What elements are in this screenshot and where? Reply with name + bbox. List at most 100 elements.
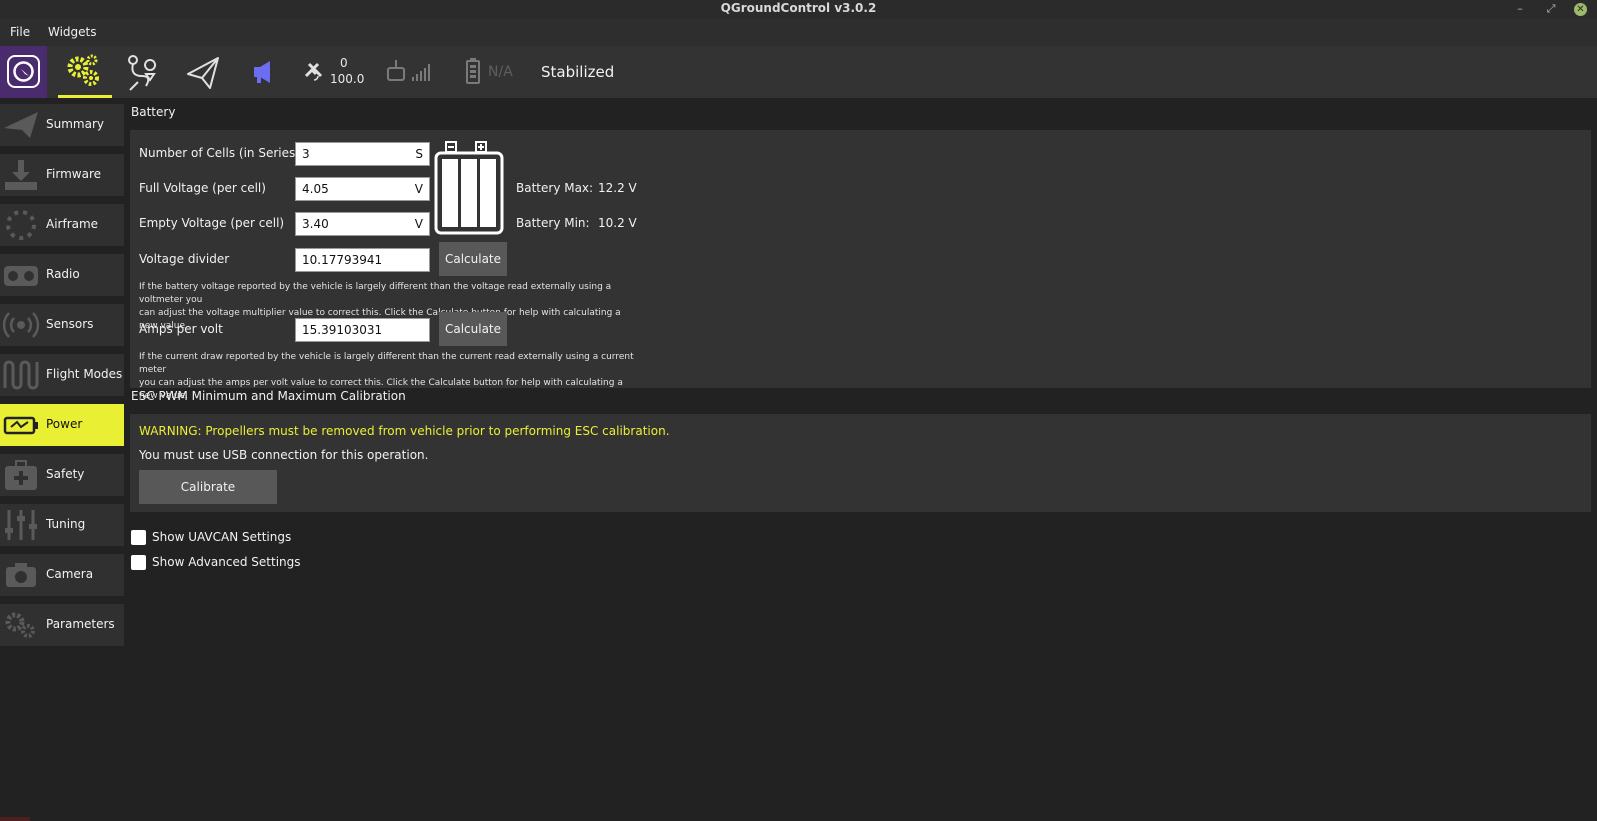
- battery-graphic-icon: [434, 141, 504, 235]
- rc-rssi-indicator[interactable]: [384, 46, 440, 98]
- sidebar-item-label: Airframe: [46, 217, 99, 231]
- minimize-button[interactable]: –: [1512, 1, 1528, 17]
- voltage-divider-value: 10.17793941: [302, 253, 383, 267]
- battery-indicator[interactable]: [462, 46, 486, 98]
- sidebar-item-label: Camera: [46, 567, 94, 581]
- sidebar-item-label: Sensors: [46, 317, 94, 331]
- empty-voltage-label: Empty Voltage (per cell): [139, 216, 285, 230]
- battery-status: N/A: [488, 64, 513, 80]
- first-aid-icon: [5, 460, 37, 490]
- sensors-icon: [2, 312, 40, 338]
- download-icon: [5, 160, 37, 190]
- sidebar-item-firmware[interactable]: Firmware: [0, 154, 124, 196]
- amps-per-volt-calculate-button[interactable]: Calculate: [439, 312, 507, 346]
- voltage-divider-calculate-button[interactable]: Calculate: [439, 242, 507, 276]
- flight-mode-selector[interactable]: Stabilized: [541, 63, 614, 81]
- esc-calibrate-button[interactable]: Calibrate: [139, 470, 277, 504]
- voltage-divider-label: Voltage divider: [139, 252, 230, 266]
- sidebar-item-label: Summary: [46, 117, 104, 131]
- sidebar-item-label: Firmware: [46, 167, 101, 181]
- amps-per-volt-input[interactable]: 15.39103031: [295, 318, 430, 342]
- empty-voltage-input[interactable]: 3.40 V: [295, 212, 430, 236]
- gps-indicator[interactable]: [300, 46, 330, 98]
- cells-input[interactable]: 3 S: [295, 142, 430, 166]
- full-voltage-value: 4.05: [302, 182, 329, 196]
- camera-icon: [6, 563, 36, 587]
- advanced-checkbox-label[interactable]: Show Advanced Settings: [152, 555, 301, 569]
- battery-min-value: 10.2 V: [598, 216, 637, 230]
- full-voltage-label: Full Voltage (per cell): [139, 181, 266, 195]
- sidebar-item-label: Parameters: [46, 617, 115, 631]
- battery-section-title: Battery: [131, 105, 176, 119]
- cells-value: 3: [302, 147, 310, 161]
- sidebar-item-camera[interactable]: Camera: [0, 554, 124, 596]
- sidebar-item-airframe[interactable]: Airframe: [0, 204, 124, 246]
- sidebar-item-power[interactable]: Power: [0, 404, 124, 446]
- menu-widgets[interactable]: Widgets: [48, 25, 97, 39]
- sliders-icon: [5, 510, 37, 540]
- full-voltage-unit: V: [414, 182, 423, 196]
- full-voltage-input[interactable]: 4.05 V: [295, 177, 430, 201]
- sidebar-item-sensors[interactable]: Sensors: [0, 304, 124, 346]
- megaphone-icon: [254, 61, 270, 83]
- radio-icon: [4, 266, 38, 286]
- gps-hdop: 100.0: [330, 72, 365, 86]
- maximize-button[interactable]: ⤢: [1543, 1, 1559, 17]
- sidebar-item-parameters[interactable]: Parameters: [0, 604, 124, 646]
- gears-icon: [5, 612, 35, 638]
- gps-satellite-count: 0: [340, 56, 348, 70]
- empty-voltage-unit: V: [414, 217, 423, 231]
- fly-view-button[interactable]: [176, 46, 230, 98]
- sidebar-item-tuning[interactable]: Tuning: [0, 504, 124, 546]
- close-button[interactable]: ✕: [1574, 3, 1587, 16]
- window-title: QGroundControl v3.0.2: [720, 1, 877, 15]
- main-toolbar: 0 100.0 N/A Stabilized: [0, 46, 1597, 98]
- voltage-divider-help-line: If the battery voltage reported by the v…: [139, 282, 612, 305]
- sidebar-item-label: Safety: [46, 467, 85, 481]
- satellite-icon: [304, 62, 323, 81]
- battery-icon: [3, 416, 38, 435]
- sidebar-item-label: Flight Modes: [46, 367, 123, 381]
- sidebar-item-summary[interactable]: Summary: [0, 104, 124, 146]
- esc-panel: WARNING: Propellers must be removed from…: [130, 414, 1591, 512]
- messages-button[interactable]: [240, 46, 280, 98]
- battery-max-label: Battery Max:: [516, 181, 594, 195]
- esc-warning: WARNING: Propellers must be removed from…: [139, 424, 670, 438]
- plan-view-button[interactable]: [116, 46, 170, 98]
- advanced-checkbox[interactable]: [131, 555, 146, 570]
- airframe-icon: [6, 210, 36, 240]
- title-bar: QGroundControl v3.0.2 – ⤢ ✕: [0, 0, 1597, 19]
- gears-icon: [67, 54, 99, 86]
- uavcan-checkbox[interactable]: [131, 530, 146, 545]
- cells-unit: S: [415, 147, 423, 161]
- amps-per-volt-help-line: If the current draw reported by the vehi…: [139, 352, 634, 375]
- taskbar-fragment: [0, 817, 30, 821]
- battery-panel: Number of Cells (in Series) 3 S Full Vol…: [130, 130, 1591, 401]
- menu-bar: File Widgets: [0, 19, 1597, 46]
- cells-label: Number of Cells (in Series): [139, 146, 300, 160]
- voltage-divider-input[interactable]: 10.17793941: [295, 248, 430, 272]
- qgc-logo-button[interactable]: [0, 46, 47, 98]
- battery-icon: [466, 58, 480, 84]
- rc-signal-icon: [387, 60, 430, 81]
- empty-voltage-value: 3.40: [302, 217, 329, 231]
- sidebar-item-flight-modes[interactable]: Flight Modes: [0, 354, 124, 396]
- esc-section-title: ESC PWM Minimum and Maximum Calibration: [131, 389, 406, 403]
- sidebar-item-label: Radio: [46, 267, 80, 281]
- battery-min-label: Battery Min:: [516, 216, 590, 230]
- paper-plane-icon: [4, 112, 38, 138]
- qgc-logo-icon: [7, 55, 40, 88]
- menu-file[interactable]: File: [10, 25, 30, 39]
- sidebar-item-label: Power: [46, 417, 83, 431]
- flight-modes-icon: [3, 360, 39, 390]
- uavcan-checkbox-label[interactable]: Show UAVCAN Settings: [152, 530, 291, 544]
- amps-per-volt-value: 15.39103031: [302, 323, 383, 337]
- route-icon: [128, 55, 157, 91]
- battery-max-value: 12.2 V: [598, 181, 637, 195]
- sidebar-item-radio[interactable]: Radio: [0, 254, 124, 296]
- vehicle-setup-button[interactable]: [58, 46, 112, 98]
- usb-note: You must use USB connection for this ope…: [139, 448, 429, 462]
- sidebar-item-safety[interactable]: Safety: [0, 454, 124, 496]
- amps-per-volt-label: Amps per volt: [139, 322, 223, 336]
- sidebar-item-label: Tuning: [46, 517, 86, 531]
